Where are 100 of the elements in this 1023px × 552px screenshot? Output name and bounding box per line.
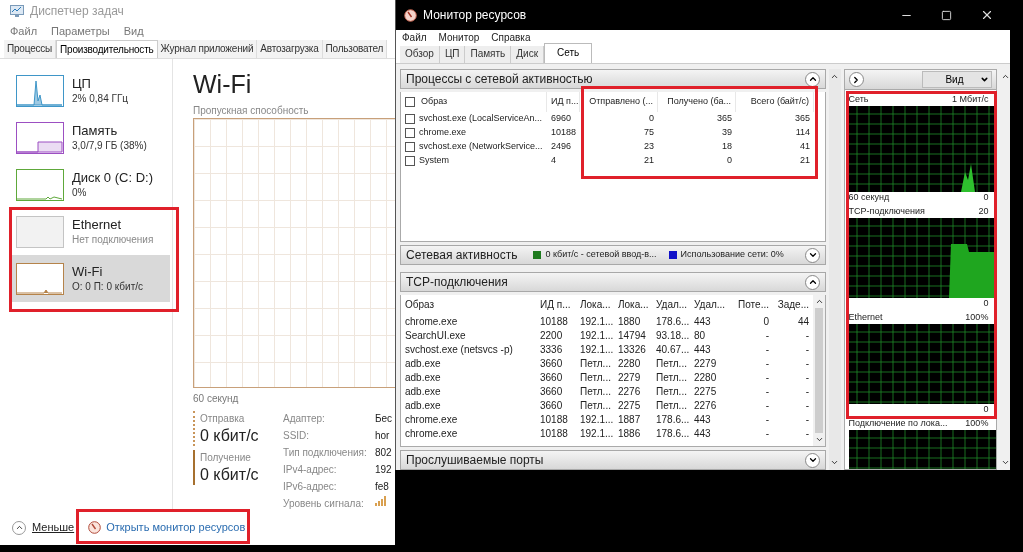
menu-item[interactable]: Вид <box>123 22 144 40</box>
expand-panel-icon[interactable] <box>848 72 864 87</box>
checkbox[interactable] <box>405 156 415 166</box>
open-monitor-link[interactable]: Открыть монитор ресурсов <box>88 519 246 536</box>
tab[interactable]: Диск <box>511 46 545 63</box>
table-cell-text: 178.6... <box>655 413 690 427</box>
column-header[interactable]: Отправлено (... <box>589 95 653 109</box>
scale-min: 0 <box>983 297 989 311</box>
sidebar-item[interactable]: Ethernet Нет подключения <box>12 208 170 255</box>
graph-title: Сеть <box>848 93 869 107</box>
section-title: TCP-подключения <box>406 274 508 291</box>
scroll-down-icon[interactable] <box>830 458 840 467</box>
table-cell: 2496 <box>551 140 572 154</box>
tab[interactable]: Пользовател <box>322 40 388 58</box>
menu-item[interactable]: Монитор <box>438 29 480 45</box>
close-icon[interactable] <box>980 8 994 22</box>
tab[interactable]: Процессы <box>4 40 57 58</box>
tab[interactable]: Обзор <box>400 46 440 63</box>
collapse-button[interactable]: Меньше <box>12 519 75 536</box>
column-header[interactable]: Лока... <box>576 297 614 312</box>
table-cell-text: 93.18... <box>655 329 690 343</box>
column-header[interactable]: Удал... <box>690 297 730 312</box>
tab[interactable]: Автозагрузка <box>257 40 323 58</box>
view-button[interactable]: Вид <box>922 71 993 88</box>
tab[interactable]: Сеть <box>544 43 593 63</box>
table-cell-text: 192.1... <box>579 343 614 357</box>
column-header[interactable]: Лока... <box>614 297 652 312</box>
collapse-icon[interactable] <box>805 274 820 290</box>
checkbox[interactable] <box>405 114 415 124</box>
checkbox[interactable] <box>405 97 415 107</box>
table-cell-text: 14794 <box>617 329 647 343</box>
menu-item[interactable]: Файл <box>10 22 38 40</box>
table-cell-text: 192.1... <box>579 315 614 329</box>
column-header[interactable]: Всего (байт/с) <box>750 95 809 109</box>
table-cell-text: - <box>804 427 810 441</box>
property-value: 802 <box>375 446 393 460</box>
section-header[interactable]: Процессы с сетевой активностью <box>400 69 826 89</box>
column-header[interactable]: ИД п... <box>551 95 579 109</box>
scale-max: 20 <box>978 205 989 219</box>
sidebar-item[interactable]: Память 3,0/7,9 ГБ (38%) <box>12 114 170 161</box>
sidebar-item[interactable]: Диск 0 (C: D:) 0% <box>12 161 170 208</box>
tab[interactable]: Память <box>465 46 512 63</box>
scrollbar[interactable] <box>829 69 841 470</box>
table-cell-text: 1880 <box>617 315 642 329</box>
table-cell-text: - <box>804 399 810 413</box>
sidebar-item[interactable]: ЦП 2% 0,84 ГГц <box>12 67 170 114</box>
window-title: Монитор ресурсов <box>423 7 528 24</box>
table-cell-text: 1886 <box>617 427 642 441</box>
menu-item[interactable]: Файл <box>402 29 427 45</box>
graph-label: Пропускная способность <box>193 104 310 118</box>
expand-icon[interactable] <box>805 452 820 468</box>
scrollbar[interactable] <box>813 295 825 446</box>
expand-icon[interactable] <box>805 247 820 263</box>
table-cell-text: 40.67... <box>655 343 690 357</box>
table-cell-text: 3660 <box>539 357 564 371</box>
column-header[interactable]: ИД п... <box>536 297 576 312</box>
column-header[interactable]: Образ <box>401 297 536 312</box>
maximize-icon[interactable] <box>941 9 952 21</box>
section-header[interactable]: Прослушиваемые порты <box>400 450 826 470</box>
scroll-down-icon[interactable] <box>1000 458 1010 467</box>
table-cell: svchost.exe (NetworkService... <box>419 140 543 154</box>
table-cell-text: - <box>804 343 810 357</box>
checkbox[interactable] <box>405 128 415 138</box>
column-header[interactable]: Поте... <box>730 297 773 312</box>
tab[interactable]: Производительность <box>56 40 158 58</box>
tab[interactable]: ЦП <box>439 46 466 63</box>
section-header[interactable]: Сетевая активность 0 кбит/с - сетевой ввод-в... Использование сети: 0% <box>400 245 826 265</box>
property-value: Бес <box>375 412 394 426</box>
stat-value: 0 кбит/с <box>200 426 260 446</box>
checkbox[interactable] <box>405 142 415 152</box>
property-label: IPv6-адрес: <box>283 480 338 494</box>
property-label: IPv4-адрес: <box>283 463 338 477</box>
item-subtitle: Нет подключения <box>72 232 154 247</box>
scroll-up-icon[interactable] <box>830 72 840 81</box>
table-cell-text: adb.exe <box>404 399 442 413</box>
collapse-icon[interactable] <box>805 71 820 87</box>
time-label: 60 секунд <box>848 191 890 205</box>
column-header[interactable]: Заде... <box>773 297 813 312</box>
scroll-up-icon[interactable] <box>814 297 824 306</box>
table-cell-text: 80 <box>693 329 707 343</box>
column-header[interactable]: Получено (ба... <box>667 95 731 109</box>
window-title: Диспетчер задач <box>30 3 124 20</box>
menu-item[interactable]: Справка <box>491 29 531 45</box>
scroll-down-icon[interactable] <box>814 435 824 444</box>
column-header[interactable]: Удал... <box>652 297 690 312</box>
table-cell-text: 2276 <box>693 399 718 413</box>
table-cell-text: Петл... <box>655 399 688 413</box>
item-subtitle: 3,0/7,9 ГБ (38%) <box>72 138 147 153</box>
table-cell: 41 <box>800 140 810 154</box>
table-cell-text: Петл... <box>655 357 688 371</box>
section-header[interactable]: TCP-подключения <box>400 272 826 292</box>
table-cell-text: 2276 <box>617 385 642 399</box>
table-cell-text: chrome.exe <box>404 413 459 427</box>
scroll-up-icon[interactable] <box>1000 72 1010 81</box>
tab[interactable]: Журнал приложений <box>157 40 258 58</box>
menu-item[interactable]: Параметры <box>51 22 110 40</box>
sidebar-item[interactable]: Wi-Fi О: 0 П: 0 кбит/с <box>12 255 170 302</box>
column-header[interactable]: Образ <box>421 95 448 109</box>
table-cell-text: 3336 <box>539 343 564 357</box>
section-title: Сетевая активность <box>406 247 518 264</box>
